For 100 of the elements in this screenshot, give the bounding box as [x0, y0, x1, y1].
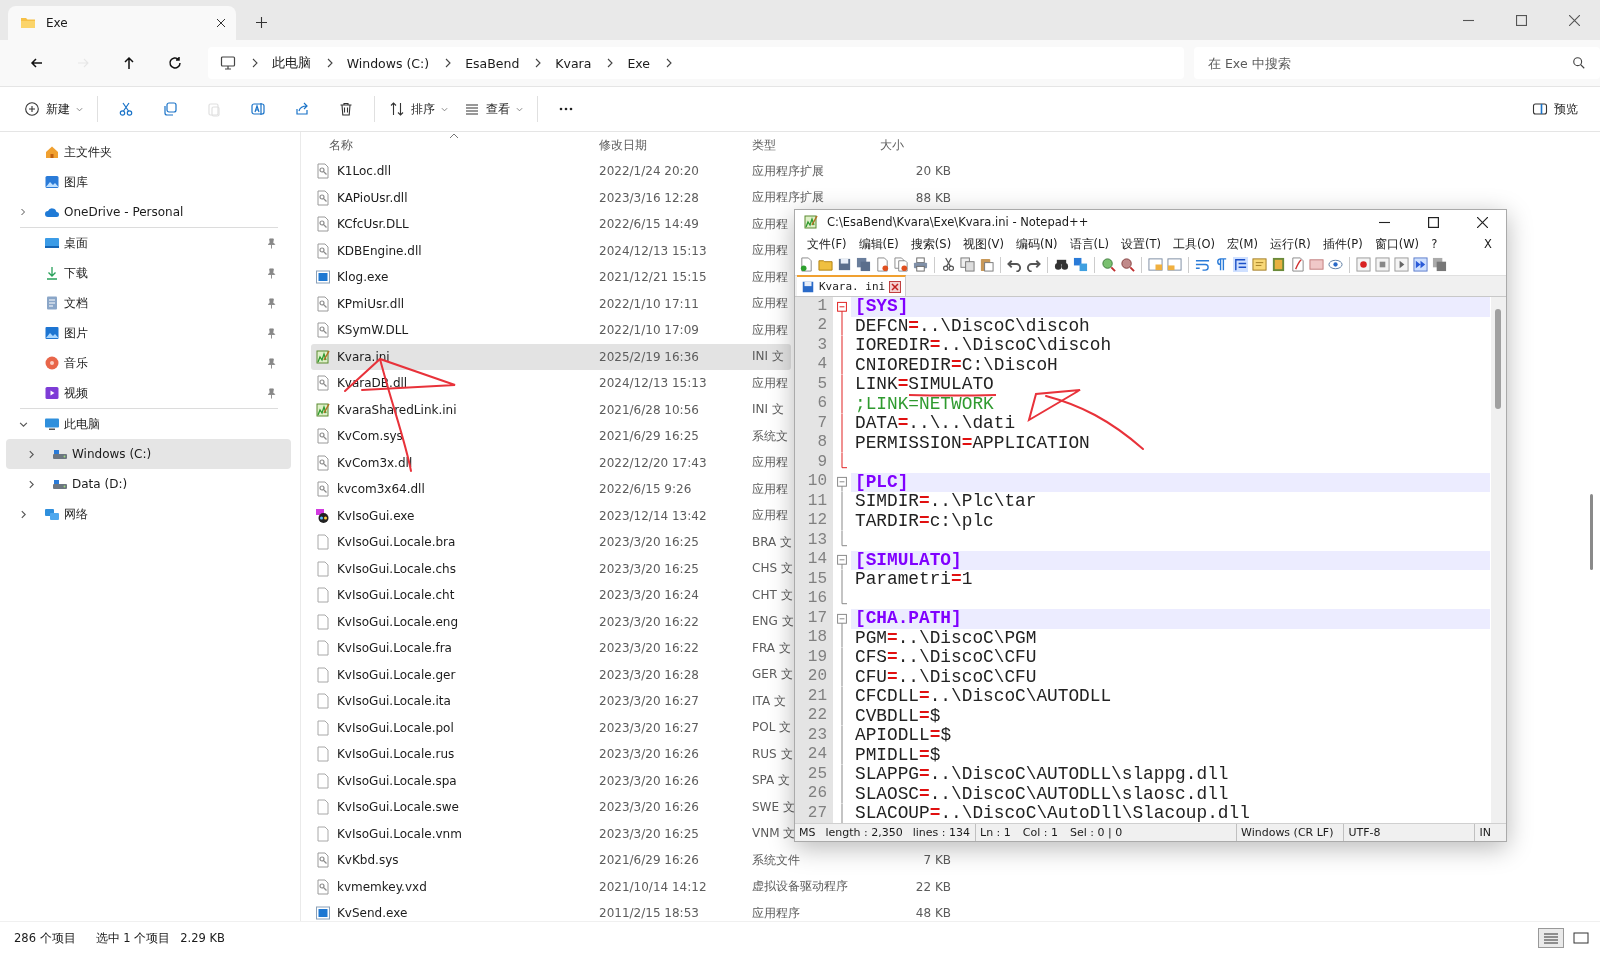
menu-item[interactable]: 设置(T): [1114, 236, 1167, 252]
pin-icon[interactable]: [266, 387, 277, 399]
printer-icon[interactable]: [913, 257, 928, 272]
file-row[interactable]: KPmiUsr.dll 2022/1/10 17:11 应用程: [311, 290, 791, 317]
menu-item[interactable]: 工具(O): [1166, 236, 1221, 252]
close-icon[interactable]: [889, 280, 902, 293]
close-document-button[interactable]: X: [1478, 237, 1498, 251]
stop-icon[interactable]: [1375, 257, 1390, 272]
file-row[interactable]: KvIsoGui.exe 2023/12/14 13:42 应用程: [311, 502, 791, 529]
pin-icon[interactable]: [266, 267, 277, 279]
menu-item[interactable]: 窗口(W): [1368, 236, 1426, 252]
maximize-icon[interactable]: [1428, 216, 1439, 228]
word-wrap-icon[interactable]: [1195, 257, 1210, 272]
menu-item[interactable]: 文件(F): [801, 236, 853, 252]
breadcrumb-item[interactable]: Windows (C:): [346, 55, 430, 71]
column-header[interactable]: 名称: [329, 137, 353, 153]
close-all-icon[interactable]: [894, 257, 909, 272]
preview-button[interactable]: 预览: [1524, 93, 1586, 125]
command-button[interactable]: 排序: [381, 93, 456, 125]
breadcrumb-item[interactable]: Exe: [627, 55, 651, 71]
document-map-icon[interactable]: [1252, 257, 1267, 272]
close-file-icon[interactable]: [875, 257, 890, 272]
chevron-icon[interactable]: [666, 58, 673, 68]
menu-item[interactable]: 插件(P): [1316, 236, 1369, 252]
new-file-icon[interactable]: [799, 257, 814, 272]
record-icon[interactable]: [1356, 257, 1371, 272]
command-button[interactable]: 新建: [16, 93, 91, 125]
sidebar-item[interactable]: 视频: [6, 378, 291, 408]
file-row[interactable]: KvIsoGui.Locale.spa 2023/3/20 16:26 SPA 文: [311, 767, 791, 794]
sidebar-item[interactable]: OneDrive - Personal: [6, 197, 291, 227]
file-row[interactable]: KvIsoGui.Locale.ger 2023/3/20 16:28 GER 文: [311, 661, 791, 688]
close-icon[interactable]: [216, 18, 226, 28]
file-row[interactable]: KAPioUsr.dll 2023/3/16 12:28 应用程序扩展 88 KB: [311, 184, 1560, 211]
pin-icon[interactable]: [266, 327, 277, 339]
file-row[interactable]: KvIsoGui.Locale.eng 2023/3/20 16:22 ENG 文: [311, 608, 791, 635]
scrollbar-thumb[interactable]: [1495, 309, 1501, 409]
pin-icon[interactable]: [266, 237, 277, 249]
column-header[interactable]: 大小: [880, 137, 904, 153]
tree-item[interactable]: 此电脑: [6, 409, 291, 439]
sidebar-item[interactable]: 下载: [6, 258, 291, 288]
menu-item[interactable]: 视图(V): [957, 236, 1010, 252]
column-header[interactable]: 类型: [752, 137, 776, 153]
scrollbar-thumb[interactable]: [1590, 494, 1593, 570]
pin-icon[interactable]: [266, 297, 277, 309]
save-icon[interactable]: [837, 257, 852, 272]
file-row[interactable]: KvIsoGui.Locale.ita 2023/3/20 16:27 ITA 文: [311, 688, 791, 715]
eye-icon[interactable]: [1328, 257, 1343, 272]
pin-icon[interactable]: [266, 357, 277, 369]
binoculars-icon[interactable]: [1054, 257, 1069, 272]
tree-item[interactable]: 网络: [6, 499, 291, 529]
cut-icon[interactable]: [941, 257, 956, 272]
file-row[interactable]: KvSend.exe 2011/2/15 18:53 应用程序 48 KB: [311, 900, 1560, 927]
file-row[interactable]: KCfcUsr.DLL 2022/6/15 14:49 应用程: [311, 211, 791, 238]
save-all-icon[interactable]: [856, 257, 871, 272]
sidebar-item[interactable]: 图片: [6, 318, 291, 348]
indent-guide-icon[interactable]: [1233, 257, 1248, 272]
paste-icon[interactable]: [979, 257, 994, 272]
menu-item[interactable]: 搜索(S): [904, 236, 958, 252]
sidebar-item[interactable]: 文档: [6, 288, 291, 318]
tree-item[interactable]: Windows (C:): [6, 439, 291, 469]
pilcrow-icon[interactable]: [1214, 257, 1229, 272]
breadcrumb-item[interactable]: Kvara: [555, 55, 592, 71]
menu-item[interactable]: 编辑(E): [852, 236, 905, 252]
chevron-icon[interactable]: [26, 479, 36, 489]
sidebar-item[interactable]: 桌面: [6, 228, 291, 258]
sidebar-item[interactable]: 主文件夹: [6, 137, 291, 167]
command-button[interactable]: 查看: [456, 93, 531, 125]
add-tab-icon[interactable]: [256, 17, 267, 28]
file-row[interactable]: KvIsoGui.Locale.chs 2023/3/20 16:25 CHS 文: [311, 555, 791, 582]
breadcrumb-item[interactable]: EsaBend: [465, 55, 520, 71]
file-row[interactable]: KSymW.DLL 2022/1/10 17:09 应用程: [311, 317, 791, 344]
menu-item[interactable]: 宏(M): [1220, 236, 1264, 252]
file-row[interactable]: Kvara.ini 2025/2/19 16:36 INI 文: [311, 343, 791, 370]
chevron-icon[interactable]: [18, 419, 28, 429]
tree-item[interactable]: Data (D:): [6, 469, 291, 499]
search-field[interactable]: 在 Exe 中搜索: [1194, 47, 1600, 79]
file-row[interactable]: KvIsoGui.Locale.rus 2023/3/20 16:26 RUS 文: [311, 741, 791, 768]
details-view-button[interactable]: [1538, 928, 1564, 948]
play-icon[interactable]: [1394, 257, 1409, 272]
menu-item[interactable]: ?: [1425, 237, 1444, 251]
breadcrumb-item[interactable]: 此电脑: [271, 54, 311, 72]
sidebar-item[interactable]: 图库: [6, 167, 291, 197]
menu-item[interactable]: 语言(L): [1063, 236, 1115, 252]
file-row[interactable]: KvIsoGui.Locale.fra 2023/3/20 16:22 FRA 文: [311, 635, 791, 662]
file-row[interactable]: kvcom3x64.dll 2022/6/15 9:26 应用程: [311, 476, 791, 503]
address-bar[interactable]: 此电脑 Windows (C:) EsaBend Kvara Exe: [207, 47, 1184, 79]
copy-icon[interactable]: [960, 257, 975, 272]
fast-forward-icon[interactable]: [1413, 257, 1428, 272]
menu-item[interactable]: 运行(R): [1263, 236, 1317, 252]
column-header[interactable]: 修改日期: [599, 137, 647, 153]
file-row[interactable]: KvIsoGui.Locale.bra 2023/3/20 16:25 BRA 文: [311, 529, 791, 556]
file-row[interactable]: KvCom.sys 2021/6/29 16:25 系统文: [311, 423, 791, 450]
sidebar-item[interactable]: 音乐: [6, 348, 291, 378]
close-icon[interactable]: [1477, 216, 1488, 228]
file-row[interactable]: KvIsoGui.Locale.pol 2023/3/20 16:27 POL 文: [311, 714, 791, 741]
zoom-in-icon[interactable]: [1101, 257, 1116, 272]
folder-icon[interactable]: [818, 257, 833, 272]
file-row[interactable]: KDBEngine.dll 2024/12/13 15:13 应用程: [311, 237, 791, 264]
file-row[interactable]: Klog.exe 2021/12/21 15:15 应用程: [311, 264, 791, 291]
file-row[interactable]: K1Loc.dll 2022/1/24 20:20 应用程序扩展 20 KB: [311, 158, 1560, 185]
